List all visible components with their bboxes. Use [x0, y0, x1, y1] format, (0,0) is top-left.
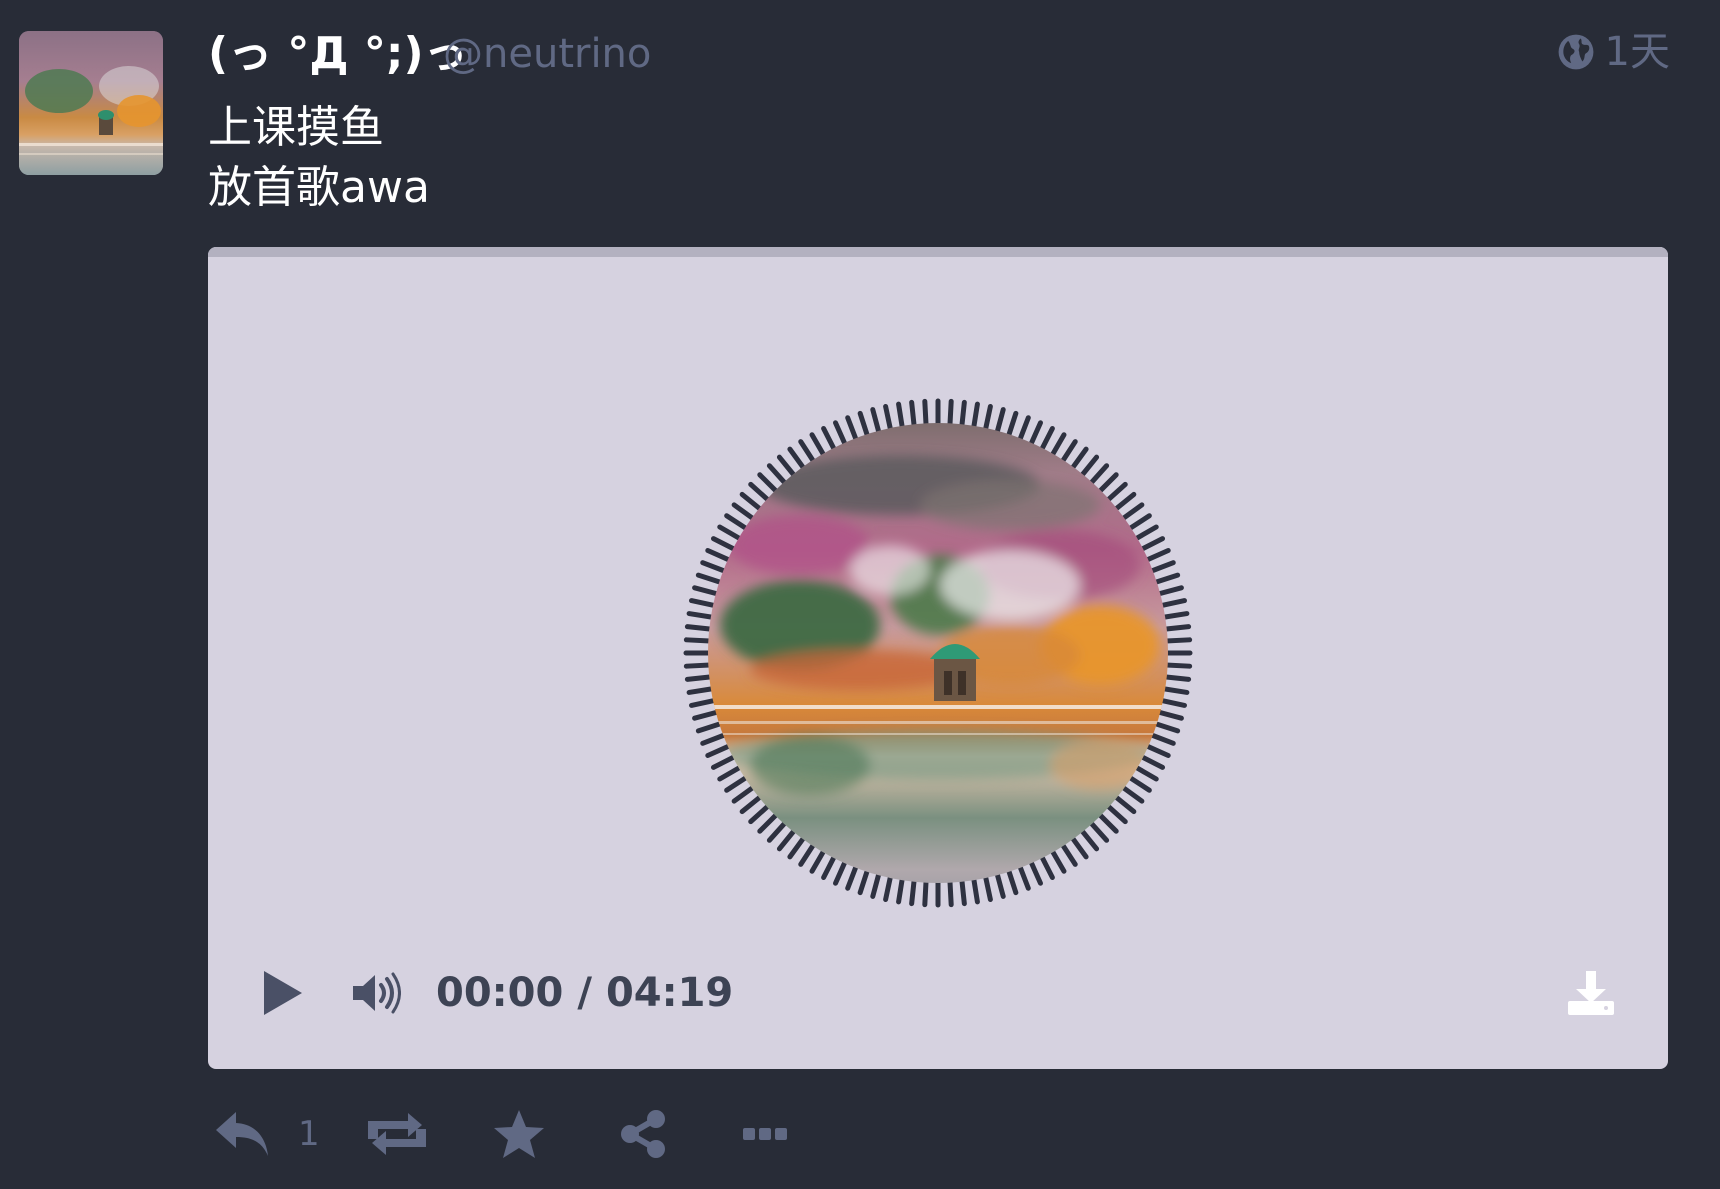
content-line: 放首歌awa	[208, 162, 430, 213]
relative-time[interactable]: 1天	[1605, 24, 1670, 80]
favourite-button[interactable]	[492, 1108, 618, 1160]
reply-icon	[216, 1112, 268, 1156]
share-icon	[621, 1110, 665, 1158]
reply-count: 1	[298, 1114, 320, 1154]
status-action-bar: 1	[214, 1104, 802, 1164]
more-button[interactable]	[742, 1126, 802, 1142]
time-display: 00:00 / 04:19	[436, 963, 733, 1023]
status-content: 上课摸鱼 放首歌awa	[208, 98, 430, 218]
current-time: 00:00	[436, 970, 564, 1016]
display-name[interactable]: (っ °Д °;)っ	[208, 26, 468, 82]
content-line: 上课摸鱼	[208, 102, 384, 153]
globe-icon	[1558, 34, 1593, 70]
status-card: (っ °Д °;)っ @neutrino 1天 上课摸鱼 放首歌awa 00:0…	[0, 0, 1720, 1189]
time-separator: /	[577, 970, 592, 1016]
play-icon[interactable]	[260, 967, 306, 1019]
status-meta: 1天	[1557, 24, 1670, 80]
audio-player[interactable]: 00:00 / 04:19	[208, 247, 1668, 1069]
avatar-image	[19, 31, 163, 175]
player-progress-track[interactable]	[208, 247, 1668, 257]
album-art	[708, 423, 1168, 883]
boost-button[interactable]	[364, 1111, 492, 1157]
account-handle[interactable]: @neutrino	[443, 26, 651, 82]
player-controls: 00:00 / 04:19	[208, 929, 1668, 1069]
audio-visualizer	[683, 398, 1193, 908]
boost-icon	[368, 1113, 426, 1155]
reply-button[interactable]: 1	[214, 1108, 364, 1160]
avatar[interactable]	[19, 31, 163, 175]
star-icon	[494, 1110, 544, 1158]
download-icon[interactable]	[1566, 969, 1616, 1017]
duration: 04:19	[605, 970, 734, 1016]
more-icon	[743, 1128, 787, 1140]
volume-icon[interactable]	[351, 971, 401, 1015]
share-button[interactable]	[618, 1109, 742, 1159]
